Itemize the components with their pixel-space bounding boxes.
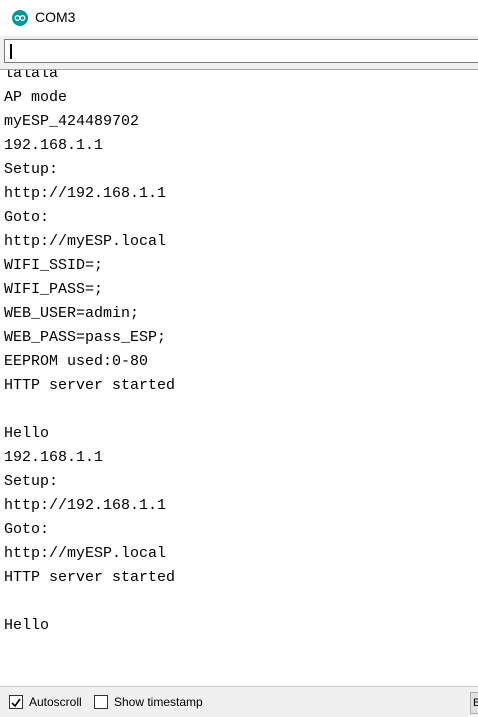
- show-timestamp-label: Show timestamp: [114, 695, 203, 709]
- output-line: http://myESP.local: [4, 233, 167, 250]
- output-line: http://myESP.local: [4, 545, 167, 562]
- send-input[interactable]: [4, 39, 478, 63]
- output-line: Goto:: [4, 209, 50, 226]
- output-line: EEPROM used:0-80: [4, 353, 149, 370]
- send-bar: [0, 36, 478, 70]
- output-line: lalala: [4, 69, 59, 82]
- output-line: 192.168.1.1: [4, 449, 104, 466]
- output-line: Hello: [4, 425, 50, 442]
- arduino-icon: [12, 10, 28, 26]
- output-line: Hello: [4, 617, 50, 634]
- serial-output[interactable]: lalala AP mode myESP_424489702 192.168.1.1 S…: [0, 69, 478, 687]
- line-ending-dropdown[interactable]: B: [470, 692, 478, 714]
- output-line: http://192.168.1.1: [4, 497, 167, 514]
- autoscroll-label: Autoscroll: [29, 695, 82, 709]
- output-line: http://192.168.1.1: [4, 185, 167, 202]
- output-line: Goto:: [4, 521, 50, 538]
- output-line: AP mode: [4, 89, 68, 106]
- text-caret: [10, 44, 12, 59]
- output-line: WEB_USER=admin;: [4, 305, 140, 322]
- autoscroll-checkbox[interactable]: [9, 695, 23, 709]
- output-line: myESP_424489702: [4, 113, 140, 130]
- window-title: COM3: [35, 9, 76, 25]
- output-line: WIFI_PASS=;: [4, 281, 104, 298]
- output-line: Setup:: [4, 473, 59, 490]
- status-bar: Autoscroll Show timestamp B: [0, 686, 478, 717]
- checkmark-icon: [11, 698, 21, 708]
- output-line: Setup:: [4, 161, 59, 178]
- output-line: HTTP server started: [4, 569, 176, 586]
- output-line: HTTP server started: [4, 377, 176, 394]
- output-line: WIFI_SSID=;: [4, 257, 104, 274]
- show-timestamp-checkbox[interactable]: [94, 695, 108, 709]
- output-line: 192.168.1.1: [4, 137, 104, 154]
- title-bar: COM3: [0, 0, 478, 36]
- output-line: WEB_PASS=pass_ESP;: [4, 329, 167, 346]
